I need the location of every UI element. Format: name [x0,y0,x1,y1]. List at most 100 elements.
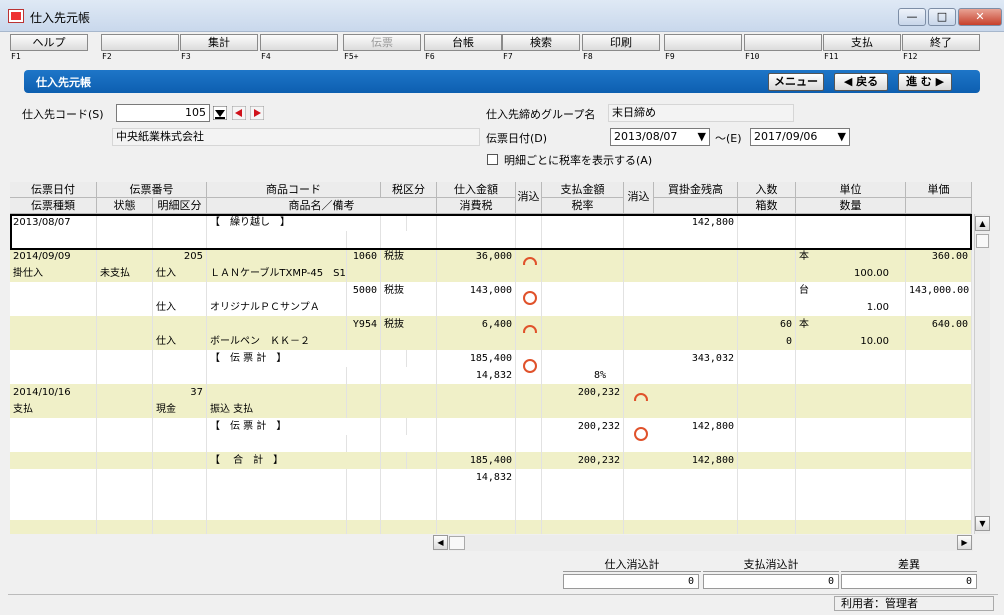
table-cell [207,282,347,299]
table-cell [654,248,738,265]
table-row[interactable] [10,486,972,503]
fkey-button-f8[interactable]: 印刷 [582,34,660,51]
table-cell [654,333,738,350]
back-button[interactable]: ◀ 戻る [834,73,888,91]
table-cell [906,333,972,350]
table-cell: 支払 [10,401,97,418]
scroll-thumb[interactable] [976,234,989,248]
table-cell [207,248,347,265]
date-to-select[interactable]: 2017/09/06 ▼ [750,128,850,146]
tax-rate-checkbox[interactable] [487,154,498,165]
table-cell [10,350,97,367]
table-row[interactable]: 【 伝 票 計 】 200,232 142,800 [10,418,972,435]
fkey-button-f6[interactable]: 台帳 [424,34,502,51]
table-row[interactable] [10,435,972,452]
selected-row-outline [10,214,972,250]
maximize-button[interactable]: □ [928,8,956,26]
table-row[interactable]: 14,832 [10,469,972,486]
dropdown-icon[interactable] [212,105,228,121]
table-cell [97,452,153,469]
scroll-left-icon[interactable]: ◀ [433,535,448,550]
fkey-button-f3[interactable]: 集計 [180,34,258,51]
table-row[interactable]: 5000 税抜 143,000 台 143,000.00 [10,282,972,299]
table-cell [796,367,906,384]
table-cell [542,316,624,333]
fkey-button-f1[interactable]: ヘルプ [10,34,88,51]
scroll-right-icon[interactable]: ▶ [957,535,972,550]
closing-group-value: 末日締め [608,104,794,122]
horizontal-scrollbar[interactable]: ◀ ▶ [433,535,973,551]
table-row[interactable]: 【 伝 票 計 】 185,400 343,032 [10,350,972,367]
prev-icon[interactable] [231,105,247,121]
table-row[interactable]: 支払 現金 振込 支払 [10,401,972,418]
scroll-down-icon[interactable]: ▼ [975,516,990,531]
vertical-scrollbar[interactable]: ▲ ▼ [974,214,990,534]
date-from-select[interactable]: 2013/08/07 ▼ [610,128,710,146]
fkey-button-f7[interactable]: 検索 [502,34,580,51]
scroll-up-icon[interactable]: ▲ [975,216,990,231]
table-cell: 200,232 [542,452,624,469]
table-row[interactable] [10,520,972,534]
table-row[interactable]: 2014/10/16 37 200,232 [10,384,972,401]
table-cell [906,452,972,469]
table-cell [10,282,97,299]
fkey-button-f9[interactable] [664,34,742,51]
table-cell [516,435,542,452]
table-cell [654,316,738,333]
table-row[interactable]: 2014/09/09 205 1060 税抜 36,000 本 360.00 [10,248,972,265]
table-row[interactable]: 仕入 ボールペン ＫＫ－２ 0 10.00 [10,333,972,350]
supplier-code-input[interactable]: 105 [116,104,210,122]
table-cell [738,520,796,534]
fkey-button-f11[interactable]: 支払 [823,34,901,51]
table-cell [207,469,347,486]
fkey-button-f5plus[interactable]: 伝票 [343,34,421,51]
column-header: 単位 [796,182,906,198]
table-cell [97,299,153,316]
table-cell: ボールペン ＫＫ－２ [207,333,347,350]
table-row[interactable]: 14,832 8% [10,367,972,384]
table-cell [97,418,153,435]
close-button[interactable]: ✕ [958,8,1002,26]
table-cell [97,469,153,486]
table-cell [542,503,624,520]
table-cell [906,384,972,401]
table-cell [516,452,542,469]
table-cell [516,469,542,486]
table-cell: 税抜 [381,248,437,265]
hscroll-thumb[interactable] [449,536,465,550]
table-cell [347,299,381,316]
fkey-button-f2[interactable] [101,34,179,51]
payment-total-label: 支払消込計 [703,557,839,572]
menu-button[interactable]: メニュー [768,73,824,91]
table-cell [906,265,972,282]
table-row[interactable]: 【 合 計 】 185,400 200,232 142,800 [10,452,972,469]
fkey-button-f4[interactable] [260,34,338,51]
table-cell: 1060 [347,248,381,265]
closing-group-label: 仕入先締めグループ名 [486,108,596,121]
fkey-button-f10[interactable] [744,34,822,51]
table-cell [738,350,796,367]
next-icon[interactable] [249,105,265,121]
table-cell [10,469,97,486]
table-cell [542,265,624,282]
table-cell [347,350,381,367]
table-cell [738,367,796,384]
ledger-grid[interactable]: 2013/08/07 【 繰り越し 】 142,800 2014/09/09 205 10… [10,214,972,534]
table-cell [516,299,542,316]
table-cell [381,486,437,503]
table-cell [10,333,97,350]
minimize-button[interactable]: — [898,8,926,26]
table-cell [437,418,516,435]
table-cell [738,401,796,418]
column-header: 商品名／備考 [207,198,437,214]
table-row[interactable]: Y954 税抜 6,400 60 本 640.00 [10,316,972,333]
table-cell [516,333,542,350]
table-cell [437,503,516,520]
next-button[interactable]: 進 む ▶ [898,73,952,91]
table-cell: 100.00 [796,265,906,282]
table-row[interactable] [10,503,972,520]
table-row[interactable]: 掛仕入 未支払 仕入 ＬＡＮケーブルTXMP-45 S10M 100.00 [10,265,972,282]
table-row[interactable]: 仕入 オリジナルＰＣサンプＡ 1.00 [10,299,972,316]
table-cell [796,418,906,435]
fkey-button-f12[interactable]: 終了 [902,34,980,51]
